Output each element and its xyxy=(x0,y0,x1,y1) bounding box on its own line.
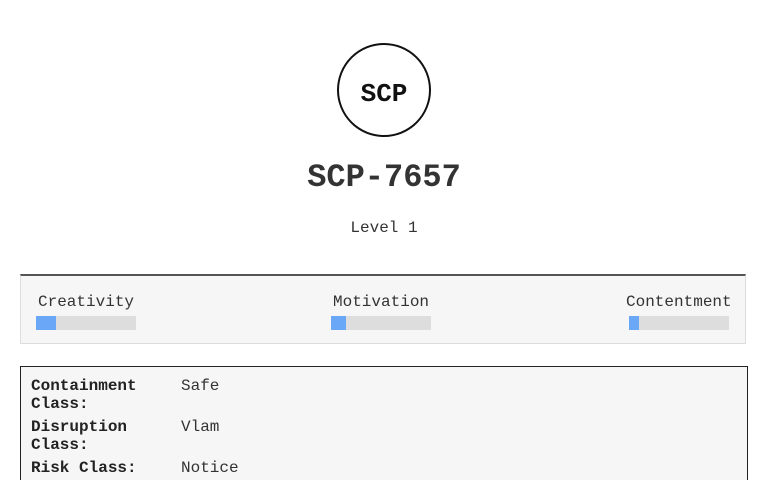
disruption-class-label: Disruption Class: xyxy=(31,418,128,454)
risk-class-value: Notice xyxy=(181,459,239,477)
stat-bar-motivation xyxy=(331,316,431,330)
stat-label-creativity: Creativity xyxy=(38,293,135,311)
risk-class-label: Risk Class: xyxy=(31,459,137,477)
stat-contentment: Contentment xyxy=(626,292,732,312)
stat-bar-fill-contentment xyxy=(629,316,639,330)
logo-text: SCP xyxy=(360,79,408,109)
clearance-level: Level 1 xyxy=(350,219,418,237)
scp-page: SCP SCP-7657 Level 1 Creativity Motivati… xyxy=(0,0,768,480)
stat-creativity: Creativity xyxy=(38,292,134,312)
classification-panel: Containment Class: Safe Disruption Class… xyxy=(20,366,748,480)
disruption-class-value: Vlam xyxy=(181,418,220,436)
stat-bar-creativity xyxy=(36,316,136,330)
stat-label-motivation: Motivation xyxy=(333,293,430,311)
stat-bar-contentment xyxy=(629,316,729,330)
stat-motivation: Motivation xyxy=(333,292,429,312)
stat-label-contentment: Contentment xyxy=(626,293,732,311)
stats-panel: Creativity Motivation Contentment xyxy=(20,274,746,344)
scp-logo: SCP xyxy=(337,43,431,137)
containment-class-label: Containment Class: xyxy=(31,377,137,413)
page-title: SCP-7657 xyxy=(307,159,461,196)
containment-class-value: Safe xyxy=(181,377,220,395)
stat-bar-fill-creativity xyxy=(36,316,56,330)
stat-bar-fill-motivation xyxy=(331,316,346,330)
